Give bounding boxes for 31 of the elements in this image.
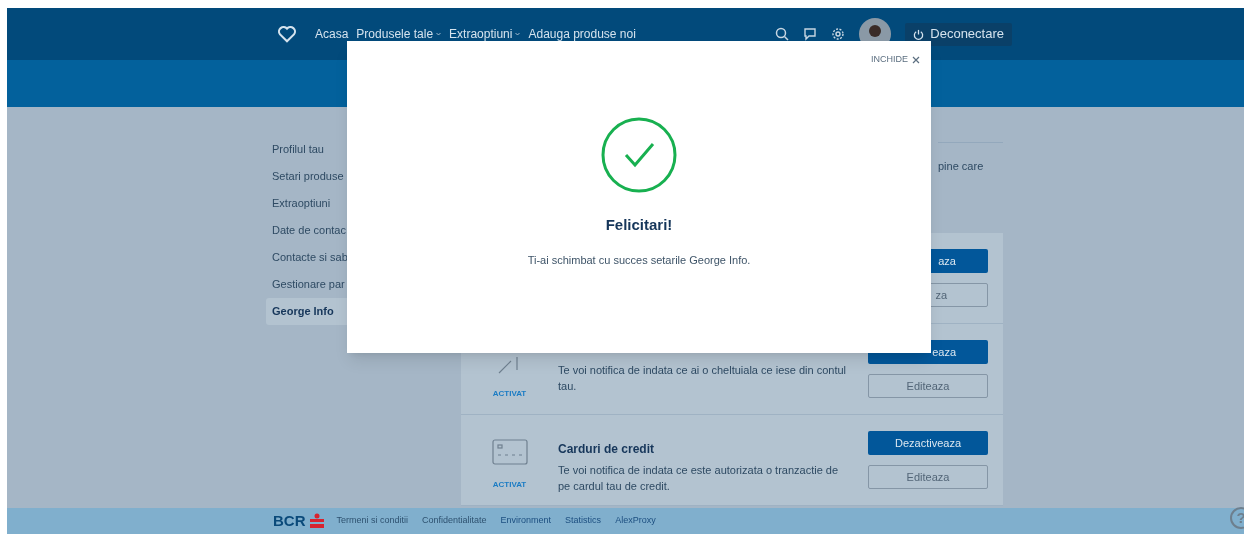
close-button[interactable]: INCHIDE xyxy=(871,53,920,67)
close-icon xyxy=(912,55,920,64)
edit-button[interactable]: Editeaza xyxy=(868,465,988,489)
success-check-icon xyxy=(601,116,677,193)
edit-button[interactable]: Editeaza xyxy=(868,374,988,398)
heart-icon[interactable] xyxy=(277,25,297,43)
nav-link[interactable]: Adauga produse noi xyxy=(528,25,636,43)
notification-title: Carduri de credit xyxy=(558,441,656,458)
status-label: ACTIVAT xyxy=(492,479,527,491)
footer-link[interactable]: AlexProxy xyxy=(615,514,656,528)
footer-link[interactable]: Environment xyxy=(500,514,552,528)
nav-link[interactable]: Produsele tale xyxy=(356,25,442,43)
footer-link[interactable]: Confidentialitate xyxy=(422,514,487,528)
search-icon[interactable] xyxy=(775,27,790,41)
logout-button[interactable]: Deconectare xyxy=(905,22,1012,46)
dialog-message: Ti-ai schimbat cu succes setarile George Info. xyxy=(527,253,751,268)
intro-text: pine care xyxy=(938,160,984,172)
footer-link[interactable]: Statistics xyxy=(565,514,602,528)
nav-link[interactable]: Acasa xyxy=(315,25,349,43)
credit-card-icon xyxy=(491,439,528,465)
dialog-title: Felicitari! xyxy=(605,214,673,235)
bank-logo: BCR xyxy=(273,509,325,533)
status-label: ACTIVAT xyxy=(492,388,527,400)
deactivate-button[interactable]: Dezactiveaza xyxy=(868,431,988,455)
nav-link[interactable]: Extraoptiuni xyxy=(449,25,521,43)
notification-description: Te voi notifica de indata ce ai o cheltuiala ce iese din contul tau. xyxy=(558,363,847,394)
settings-icon[interactable] xyxy=(831,27,846,41)
power-icon xyxy=(913,28,925,40)
notification-description: Te voi notifica de indata ce este autorizata o tranzactie de pe cardul tau de credit. xyxy=(558,463,840,494)
chat-icon[interactable] xyxy=(803,27,818,41)
footer-link[interactable]: Termeni si conditii xyxy=(336,514,409,528)
